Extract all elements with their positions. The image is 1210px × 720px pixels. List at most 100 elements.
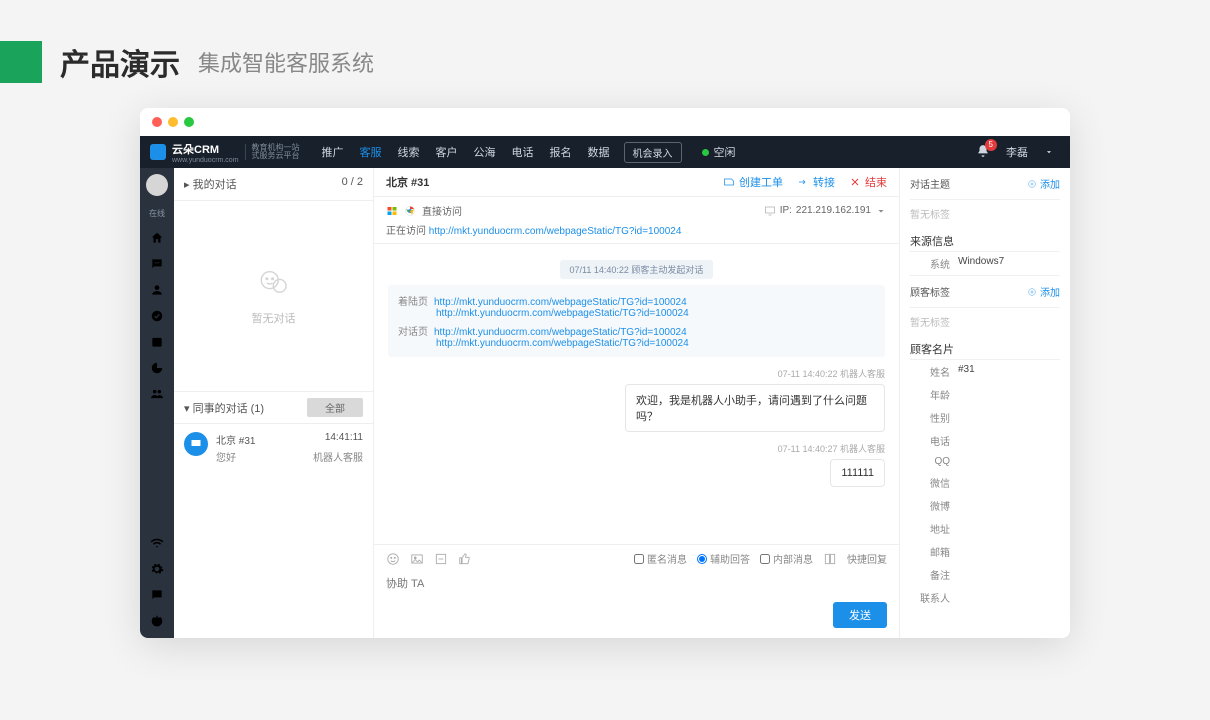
create-ticket-button[interactable]: 创建工单 [723, 174, 783, 190]
chrome-icon [404, 205, 416, 217]
info-column: 对话主题 添加 暂无标签 来源信息 系统Windows7 顾客标签 添加 暂无标… [900, 168, 1070, 638]
page-info-block: 着陆页http://mkt.yunduocrm.com/webpageStati… [388, 285, 885, 357]
chat-log: 07/11 14:40:22 顾客主动发起对话 着陆页http://mkt.yu… [374, 244, 899, 544]
brand-name: 云朵CRM [172, 141, 239, 157]
calendar-icon[interactable] [150, 335, 164, 349]
nav-data[interactable]: 数据 [588, 144, 610, 160]
windows-icon [386, 205, 398, 217]
slide-header: 产品演示 集成智能客服系统 [0, 0, 1210, 108]
chat-toolbar: 匿名消息 辅助回答 内部消息 快捷回复 发送 [374, 544, 899, 638]
close-dot[interactable] [152, 117, 162, 127]
notifications-button[interactable]: 5 [976, 144, 990, 161]
message-icon[interactable] [150, 588, 164, 602]
record-opportunity-button[interactable]: 机会录入 [624, 142, 682, 163]
accent-block [0, 41, 42, 83]
all-button[interactable]: 全部 [307, 398, 363, 417]
online-label: 在线 [149, 208, 165, 219]
ticket-icon [723, 176, 735, 188]
plus-circle-icon [1027, 179, 1037, 189]
nav-customers[interactable]: 客户 [436, 144, 458, 160]
empty-chat-icon [257, 266, 291, 300]
chat-meta: 直接访问 IP:221.219.162.191 正在访问 http://mkt.… [374, 197, 899, 244]
add-topic-button[interactable]: 添加 [1027, 176, 1060, 191]
wifi-icon [150, 536, 164, 550]
card-section: 顾客名片 [910, 335, 1060, 360]
reply-input[interactable] [374, 572, 899, 596]
slide-title: 产品演示 [60, 40, 180, 84]
thumbs-up-icon[interactable] [458, 552, 472, 566]
bot-ts-1: 07-11 14:40:22 机器人客服 [388, 367, 885, 380]
monitor-small-icon [764, 205, 776, 217]
chevron-down-icon[interactable] [1044, 147, 1054, 157]
left-rail: 在线 [140, 168, 174, 638]
home-icon[interactable] [150, 231, 164, 245]
close-icon [849, 176, 861, 188]
topic-label: 对话主题 [910, 176, 950, 191]
nav-service[interactable]: 客服 [360, 144, 382, 160]
topic-none: 暂无标签 [910, 200, 1060, 227]
mac-titlebar [140, 108, 1070, 136]
nav-pool[interactable]: 公海 [474, 144, 496, 160]
agent-status[interactable]: 空闲 [702, 144, 736, 160]
end-button[interactable]: 结束 [849, 174, 887, 190]
nav-phone[interactable]: 电话 [512, 144, 534, 160]
internal-checkbox[interactable]: 内部消息 [760, 551, 813, 566]
bot-message: 欢迎，我是机器人小助手，请问遇到了什么问题吗？ [625, 384, 885, 432]
landing-url[interactable]: http://mkt.yunduocrm.com/webpageStatic/T… [434, 297, 687, 308]
nav-signup[interactable]: 报名 [550, 144, 572, 160]
nav-promo[interactable]: 推广 [322, 144, 344, 160]
dialog-url[interactable]: http://mkt.yunduocrm.com/webpageStatic/T… [434, 327, 687, 338]
start-timestamp: 07/11 14:40:22 顾客主动发起对话 [560, 260, 714, 279]
transfer-icon [797, 176, 809, 188]
transfer-button[interactable]: 转接 [797, 174, 835, 190]
quick-reply-label[interactable]: 快捷回复 [847, 551, 887, 566]
nav-leads[interactable]: 线索 [398, 144, 420, 160]
send-button[interactable]: 发送 [833, 602, 887, 628]
status-dot-icon [702, 149, 709, 156]
gear-icon[interactable] [150, 562, 164, 576]
top-nav: 云朵CRM www.yunduocrm.com 教育机构一站式服务云平台 推广 … [140, 136, 1070, 168]
conversation-item[interactable]: 北京 #3114:41:11 您好机器人客服 [174, 424, 373, 472]
visiting-url[interactable]: http://mkt.yunduocrm.com/webpageStatic/T… [429, 226, 682, 237]
source-section: 来源信息 [910, 227, 1060, 252]
tags-none: 暂无标签 [910, 308, 1060, 335]
plus-circle-icon [1027, 287, 1037, 297]
app-window: 云朵CRM www.yunduocrm.com 教育机构一站式服务云平台 推广 … [140, 108, 1070, 638]
chat-title: 北京 #31 [386, 174, 429, 190]
cust-name: #31 [958, 364, 975, 379]
slide-subtitle: 集成智能客服系统 [198, 46, 374, 78]
brand: 云朵CRM www.yunduocrm.com 教育机构一站式服务云平台 [140, 141, 310, 164]
tags-label: 顾客标签 [910, 284, 950, 299]
add-tag-button[interactable]: 添加 [1027, 284, 1060, 299]
pie-icon[interactable] [150, 361, 164, 375]
power-icon[interactable] [150, 614, 164, 628]
peer-convs-header[interactable]: ▾ 同事的对话 (1) 全部 [174, 391, 373, 424]
access-type: 直接访问 [422, 203, 462, 218]
attachment-icon[interactable] [434, 552, 448, 566]
assist-checkbox[interactable]: 辅助回答 [697, 551, 750, 566]
image-icon[interactable] [410, 552, 424, 566]
people-icon[interactable] [150, 387, 164, 401]
conv-avatar [184, 432, 208, 456]
person-icon[interactable] [150, 283, 164, 297]
min-dot[interactable] [168, 117, 178, 127]
current-user[interactable]: 李磊 [1006, 144, 1028, 160]
ip-value: 221.219.162.191 [796, 205, 871, 216]
nav-items: 推广 客服 线索 客户 公海 电话 报名 数据 [322, 144, 610, 160]
anonymous-checkbox[interactable]: 匿名消息 [634, 551, 687, 566]
my-convs-header[interactable]: ▸ 我的对话 0 / 2 [174, 168, 373, 201]
chat-icon[interactable] [150, 257, 164, 271]
conversations-column: ▸ 我的对话 0 / 2 暂无对话 ▾ 同事的对话 (1) 全部 北京 #311… [174, 168, 374, 638]
max-dot[interactable] [184, 117, 194, 127]
chat-column: 北京 #31 创建工单 转接 结束 直接访问 IP:221.219.162.19… [374, 168, 900, 638]
quick-reply-icon[interactable] [823, 552, 837, 566]
brand-mark [150, 144, 166, 160]
bot-message-2: 111111 [830, 459, 885, 487]
check-circle-icon[interactable] [150, 309, 164, 323]
user-avatar[interactable] [146, 174, 168, 196]
chevron-down-icon[interactable] [875, 205, 887, 217]
empty-state: 暂无对话 [174, 201, 373, 391]
brand-sub: 教育机构一站式服务云平台 [245, 144, 300, 160]
emoji-icon[interactable] [386, 552, 400, 566]
system-value: Windows7 [958, 256, 1004, 271]
